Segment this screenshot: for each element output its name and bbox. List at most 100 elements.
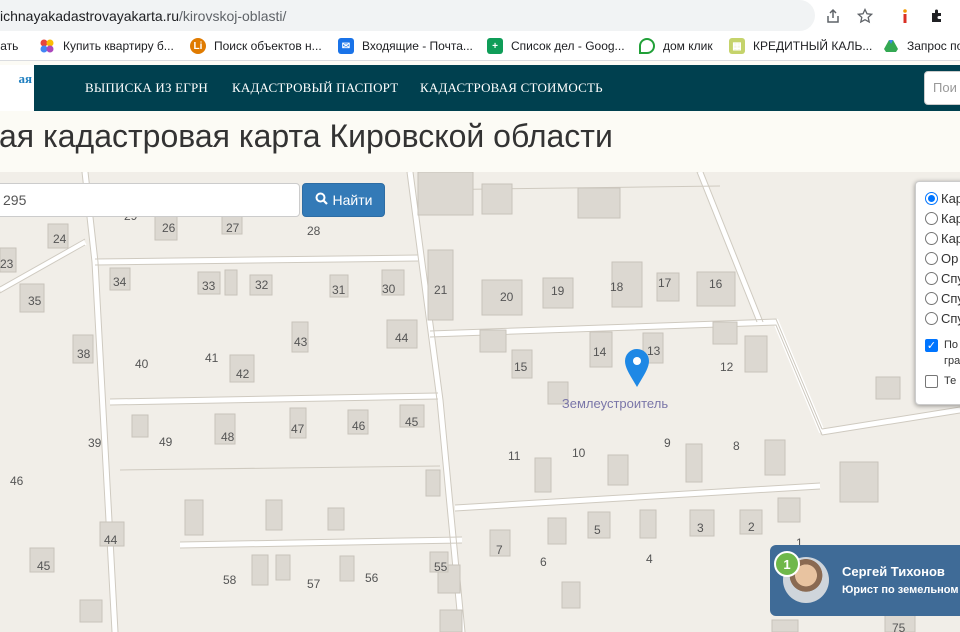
mail-icon: ✉ (338, 38, 354, 54)
house-number: 35 (28, 294, 42, 308)
house-number: 31 (332, 283, 346, 297)
checkbox-checked[interactable]: ✓ (925, 339, 938, 352)
house-number: 8 (733, 439, 740, 453)
house-number: 2 (748, 520, 755, 534)
house-number: 20 (500, 290, 514, 304)
radio[interactable] (925, 311, 938, 325)
house-number: 43 (294, 335, 308, 349)
house-number: 9 (664, 436, 671, 450)
radio[interactable] (925, 291, 938, 305)
house-number: 45 (405, 415, 419, 429)
bookmarks-bar: вать Купить квартиру б... Li Поиск объек… (0, 31, 960, 61)
plus-doc-icon: + (487, 38, 503, 54)
house-number: 58 (223, 573, 237, 587)
house-number: 32 (255, 278, 269, 292)
search-button[interactable]: Найти (302, 183, 385, 217)
house-number: 4 (646, 552, 653, 566)
house-number: 18 (610, 280, 624, 294)
radio-selected[interactable] (925, 191, 938, 205)
consultant-chat-widget[interactable]: 1 Сергей Тихонов Юрист по земельном (770, 545, 960, 616)
browser-toolbar: ichnayakadastrovayakarta.ru/kirovskoj-ob… (0, 0, 960, 31)
layer-checkbox[interactable]: Те (925, 372, 956, 390)
house-number: 11 (508, 449, 521, 463)
site-logo[interactable]: ая (0, 65, 34, 111)
layer-option[interactable]: Спу (925, 289, 960, 307)
house-number: 10 (572, 446, 586, 460)
radio[interactable] (925, 231, 938, 245)
house-number: 19 (551, 284, 565, 298)
house-number: 46 (352, 419, 366, 433)
house-number: 46 (10, 474, 24, 488)
site-search-input[interactable]: Пои (924, 71, 960, 105)
house-number: 28 (307, 224, 321, 238)
radio[interactable] (925, 271, 938, 285)
house-number: 75 (892, 621, 906, 632)
house-number: 56 (365, 571, 379, 585)
domclick-icon (639, 38, 655, 54)
layer-option[interactable]: Спу (925, 269, 960, 287)
house-number: 45 (37, 559, 51, 573)
house-number: 14 (593, 345, 607, 359)
url-path: /kirovskoj-oblasti/ (179, 7, 287, 24)
bookmark-item[interactable]: Запрос пос (883, 31, 960, 60)
bookmark-item[interactable]: Li Поиск объектов н... (190, 31, 322, 60)
house-number: 23 (0, 257, 14, 271)
house-number: 34 (113, 275, 127, 289)
nav-cadastral-value[interactable]: КАДАСТРОВАЯ СТОИМОСТЬ (420, 80, 603, 96)
star-icon[interactable] (855, 6, 875, 26)
house-number: 47 (291, 422, 305, 436)
address-bar[interactable]: ichnayakadastrovayakarta.ru/kirovskoj-ob… (0, 0, 815, 31)
radio[interactable] (925, 211, 938, 225)
layer-option[interactable]: Кар (925, 209, 960, 227)
share-icon[interactable] (823, 6, 843, 26)
extension-i-icon[interactable] (895, 6, 915, 26)
layer-option[interactable]: Спу (925, 309, 960, 327)
marker-label: Землеустроитель (562, 396, 668, 411)
page-title: ая кадастровая карта Кировской области (0, 118, 613, 154)
url-host: ichnayakadastrovayakarta.ru (0, 7, 179, 24)
bookmark-item[interactable]: ✉ Входящие - Почта... (338, 31, 473, 60)
house-number: 33 (202, 279, 216, 293)
drive-icon (883, 38, 899, 54)
house-number: 13 (647, 344, 661, 358)
house-number: 57 (307, 577, 321, 591)
bookmark-item[interactable]: вать (0, 31, 18, 60)
house-number: 38 (77, 347, 91, 361)
house-number: 7 (496, 543, 503, 557)
house-number: 39 (88, 436, 102, 450)
house-number: 15 (514, 360, 528, 374)
bookmark-item[interactable]: дом клик (639, 31, 713, 60)
bookmark-item[interactable]: + Список дел - Goog... (487, 31, 625, 60)
bookmark-item[interactable]: Купить квартиру б... (39, 31, 174, 60)
search-button-label: Найти (332, 192, 373, 208)
house-number: 26 (162, 221, 176, 235)
search-icon (315, 192, 328, 208)
layer-option[interactable]: Ор (925, 249, 958, 267)
house-number: 41 (205, 351, 219, 365)
site-navbar: ая ВЫПИСКА ИЗ ЕГРН КАДАСТРОВЫЙ ПАСПОРТ К… (0, 65, 960, 111)
house-number: 6 (540, 555, 547, 569)
layer-option[interactable]: Кар (925, 229, 960, 247)
house-number: 30 (382, 282, 396, 296)
puzzle-icon[interactable] (927, 6, 947, 26)
nav-egrn-extract[interactable]: ВЫПИСКА ИЗ ЕГРН (85, 80, 208, 96)
house-number: 3 (697, 521, 704, 535)
house-number: 27 (226, 221, 240, 235)
cadastral-search-input[interactable]: 295 (0, 183, 300, 217)
house-number: 44 (104, 533, 118, 547)
bookmark-item[interactable]: ▦ КРЕДИТНЫЙ КАЛЬ... (729, 31, 872, 60)
house-number: 16 (709, 277, 723, 291)
house-number: 12 (720, 360, 734, 374)
notification-badge: 1 (774, 551, 800, 577)
li-icon: Li (190, 38, 206, 54)
layer-option[interactable]: Кар (925, 189, 960, 207)
checkbox[interactable] (925, 374, 938, 388)
house-number: 55 (434, 560, 448, 574)
house-number: 5 (594, 523, 601, 537)
radio[interactable] (925, 251, 938, 265)
map-marker-icon[interactable] (625, 349, 649, 387)
house-number: 44 (395, 331, 409, 345)
layer-checkbox[interactable]: ✓ По гра (925, 337, 960, 369)
nav-cadastral-passport[interactable]: КАДАСТРОВЫЙ ПАСПОРТ (232, 80, 398, 96)
house-number: 40 (135, 357, 149, 371)
